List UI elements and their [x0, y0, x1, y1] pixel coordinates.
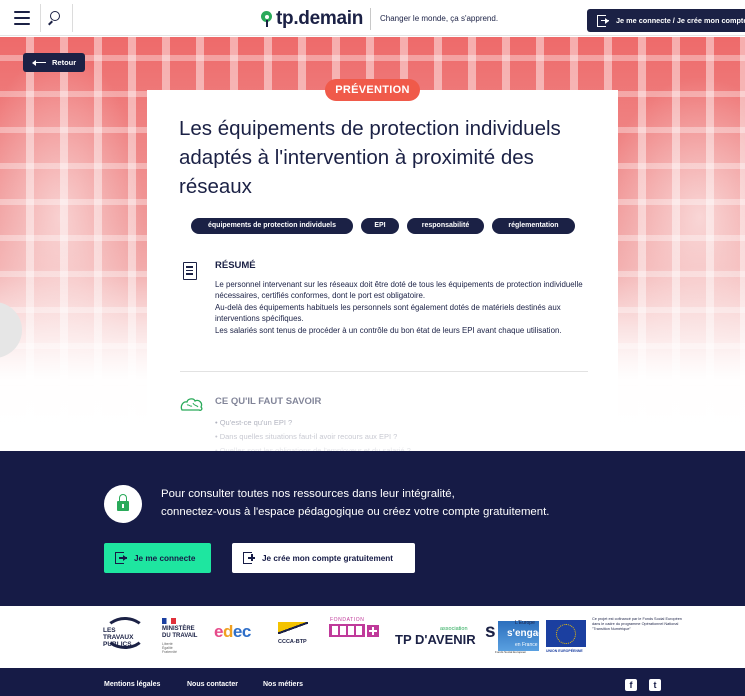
fondation-btp-title: FONDATION — [330, 617, 365, 623]
fse-logo-title: s'engage — [507, 628, 550, 639]
search-icon[interactable] — [48, 10, 64, 26]
page-title: Les équipements de protection individuel… — [179, 117, 561, 198]
eu-label: UNION EUROPÉENNE — [546, 649, 583, 653]
tp-avenir-logo: TP D'AVENIR — [395, 632, 476, 647]
twitter-icon[interactable]: t — [649, 679, 661, 691]
login-icon — [115, 552, 127, 564]
ltp-logo-text: LES TRAVAUX PUBLICS — [103, 627, 134, 648]
tag-responsabilite[interactable]: responsabilité — [407, 218, 484, 234]
login-icon — [597, 14, 609, 27]
header-login-label: Je me connecte / Je crée mon compte — [616, 16, 745, 25]
tag-reglementation[interactable]: réglementation — [492, 218, 575, 234]
cta-band — [0, 451, 745, 606]
fondation-btp-logo — [329, 624, 365, 637]
brain-icon — [180, 398, 203, 411]
back-button[interactable]: Retour — [23, 53, 85, 72]
fse-logo-sub: Fonds Social Européen — [495, 650, 527, 654]
login-button-label: Je me connecte — [134, 553, 196, 563]
lock-icon-keyhole — [122, 504, 124, 508]
ccca-logo: CCCA-BTP — [278, 639, 307, 645]
resume-text: Le personnel intervenant sur les réseaux… — [215, 279, 595, 336]
footer-link-contact[interactable]: Nous contacter — [187, 681, 238, 688]
savoir-title: CE QU'IL FAUT SAVOIR — [215, 396, 322, 407]
category-badge: PRÉVENTION — [325, 79, 420, 101]
marianne-flag — [162, 618, 176, 624]
fse-logo-top: L'Europe — [515, 620, 535, 626]
footer-link-metiers[interactable]: Nos métiers — [263, 681, 303, 688]
tag-epi[interactable]: EPI — [361, 218, 399, 234]
edec-logo: ededecec — [214, 622, 251, 641]
fse-logo-s: s — [485, 621, 496, 642]
list-item: • Qu'est-ce qu'un EPI ? — [215, 418, 293, 427]
cta-text: Pour consulter toutes nos ressources dan… — [161, 486, 611, 521]
site-logo[interactable]: tp.demain — [261, 8, 363, 30]
cta-line: connectez-vous à l'espace pédagogique ou… — [161, 505, 550, 518]
hamburger-menu-icon[interactable] — [14, 11, 30, 25]
header-divider — [72, 4, 73, 32]
list-item: • Dans quelles situations faut-il avoir … — [215, 432, 398, 441]
resume-line: Les salariés sont tenus de procéder à un… — [215, 325, 562, 335]
cta-line: Pour consulter toutes nos ressources dan… — [161, 488, 455, 500]
eu-funding-text: Ce projet est cofinancé par le Fonds Soc… — [592, 617, 682, 631]
resume-line: Le personnel intervenant sur les réseaux… — [215, 280, 583, 301]
header-divider — [40, 4, 41, 32]
eu-stars-icon — [556, 624, 576, 644]
facebook-icon[interactable]: f — [625, 679, 637, 691]
document-icon — [183, 262, 197, 280]
section-divider — [180, 371, 588, 372]
resume-title: RÉSUMÉ — [215, 260, 256, 271]
signup-button-label: Je crée mon compte gratuitement — [262, 553, 394, 563]
ministere-motto: Liberté Égalité Fraternité — [162, 642, 177, 654]
logo-text: tp.demain — [276, 8, 364, 29]
footer-link-mentions[interactable]: Mentions légales — [104, 681, 160, 688]
logo-separator — [370, 8, 371, 30]
signup-icon — [243, 552, 255, 564]
header-login-button[interactable]: Je me connecte / Je crée mon compte — [587, 9, 745, 32]
tag-epi-full[interactable]: équipements de protection individuels — [191, 218, 353, 234]
back-arrow-icon — [32, 59, 46, 66]
site-tagline: Changer le monde, ça s'apprend. — [380, 14, 499, 23]
site-header: tp.demain Changer le monde, ça s'apprend… — [0, 0, 745, 36]
login-button[interactable]: Je me connecte — [104, 543, 211, 573]
logo-pin-icon — [261, 11, 272, 27]
back-label: Retour — [52, 58, 77, 67]
ministere-logo: MINISTÈRE DU TRAVAIL — [162, 626, 198, 639]
signup-button[interactable]: Je crée mon compte gratuitement — [232, 543, 415, 573]
fondation-btp-plus-icon — [367, 625, 379, 637]
ccca-logo-shape — [278, 622, 308, 634]
resume-line: Au-delà des équipements habituels les pe… — [215, 302, 561, 324]
fse-logo-country: en France — [515, 642, 538, 648]
